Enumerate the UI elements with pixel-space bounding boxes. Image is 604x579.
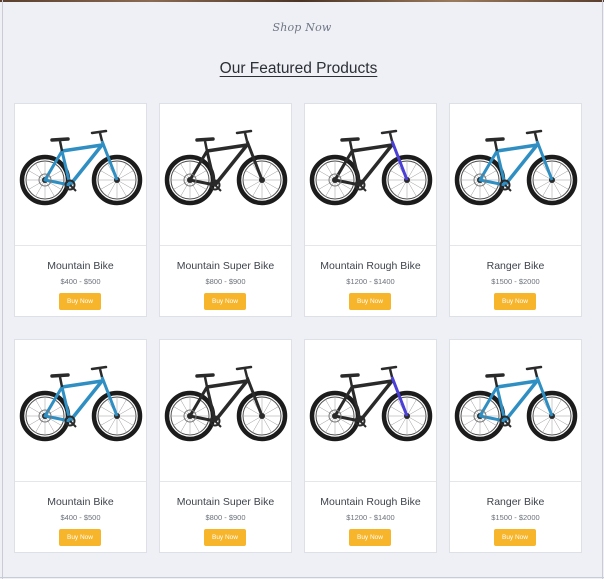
bicycle-image (19, 129, 143, 206)
buy-now-button[interactable]: Buy Now (59, 529, 101, 546)
product-name[interactable]: Ranger Bike (450, 260, 581, 272)
product-image[interactable] (160, 340, 291, 482)
buy-now-button[interactable]: Buy Now (349, 293, 391, 310)
bicycle-image (454, 365, 578, 442)
product-image[interactable] (15, 340, 146, 482)
product-card[interactable]: Mountain Super Bike $800 - $900 Buy Now (159, 103, 292, 317)
product-name[interactable]: Mountain Super Bike (160, 496, 291, 508)
product-name[interactable]: Mountain Super Bike (160, 260, 291, 272)
product-image[interactable] (450, 104, 581, 246)
product-image[interactable] (305, 340, 436, 482)
product-image[interactable] (450, 340, 581, 482)
bicycle-image (164, 129, 288, 206)
product-price: $1200 - $1400 (346, 513, 395, 522)
product-image[interactable] (160, 104, 291, 246)
product-name[interactable]: Mountain Bike (15, 496, 146, 508)
bicycle-image (309, 365, 433, 442)
bicycle-image (164, 365, 288, 442)
frame-border-bottom (0, 577, 604, 578)
bicycle-image (309, 129, 433, 206)
product-price: $800 - $900 (205, 513, 246, 522)
product-price: $400 - $500 (60, 277, 101, 286)
bicycle-image (19, 365, 143, 442)
product-price: $1500 - $2000 (491, 513, 540, 522)
product-card[interactable]: Mountain Bike $400 - $500 Buy Now (14, 103, 147, 317)
product-image[interactable] (305, 104, 436, 246)
product-price: $1500 - $2000 (491, 277, 540, 286)
hero-image-edge (0, 0, 604, 2)
buy-now-button[interactable]: Buy Now (204, 293, 246, 310)
buy-now-button[interactable]: Buy Now (59, 293, 101, 310)
product-card[interactable]: Ranger Bike $1500 - $2000 Buy Now (449, 339, 582, 553)
product-card[interactable]: Mountain Super Bike $800 - $900 Buy Now (159, 339, 292, 553)
frame-border-left (2, 0, 3, 579)
product-grid: Mountain Bike $400 - $500 Buy Now Mounta… (14, 103, 584, 555)
product-card[interactable]: Mountain Bike $400 - $500 Buy Now (14, 339, 147, 553)
buy-now-button[interactable]: Buy Now (204, 529, 246, 546)
bicycle-image (454, 129, 578, 206)
product-image[interactable] (15, 104, 146, 246)
shop-now-link[interactable]: Shop Now (0, 21, 604, 34)
buy-now-button[interactable]: Buy Now (494, 529, 536, 546)
product-price: $800 - $900 (205, 277, 246, 286)
product-card[interactable]: Mountain Rough Bike $1200 - $1400 Buy No… (304, 103, 437, 317)
frame-border-right (602, 0, 603, 579)
section-title: Our Featured Products (219, 60, 378, 77)
product-name[interactable]: Ranger Bike (450, 496, 581, 508)
buy-now-button[interactable]: Buy Now (349, 529, 391, 546)
product-card[interactable]: Mountain Rough Bike $1200 - $1400 Buy No… (304, 339, 437, 553)
product-name[interactable]: Mountain Bike (15, 260, 146, 272)
product-name[interactable]: Mountain Rough Bike (305, 260, 436, 272)
buy-now-button[interactable]: Buy Now (494, 293, 536, 310)
product-price: $400 - $500 (60, 513, 101, 522)
product-card[interactable]: Ranger Bike $1500 - $2000 Buy Now (449, 103, 582, 317)
product-price: $1200 - $1400 (346, 277, 395, 286)
product-name[interactable]: Mountain Rough Bike (305, 496, 436, 508)
